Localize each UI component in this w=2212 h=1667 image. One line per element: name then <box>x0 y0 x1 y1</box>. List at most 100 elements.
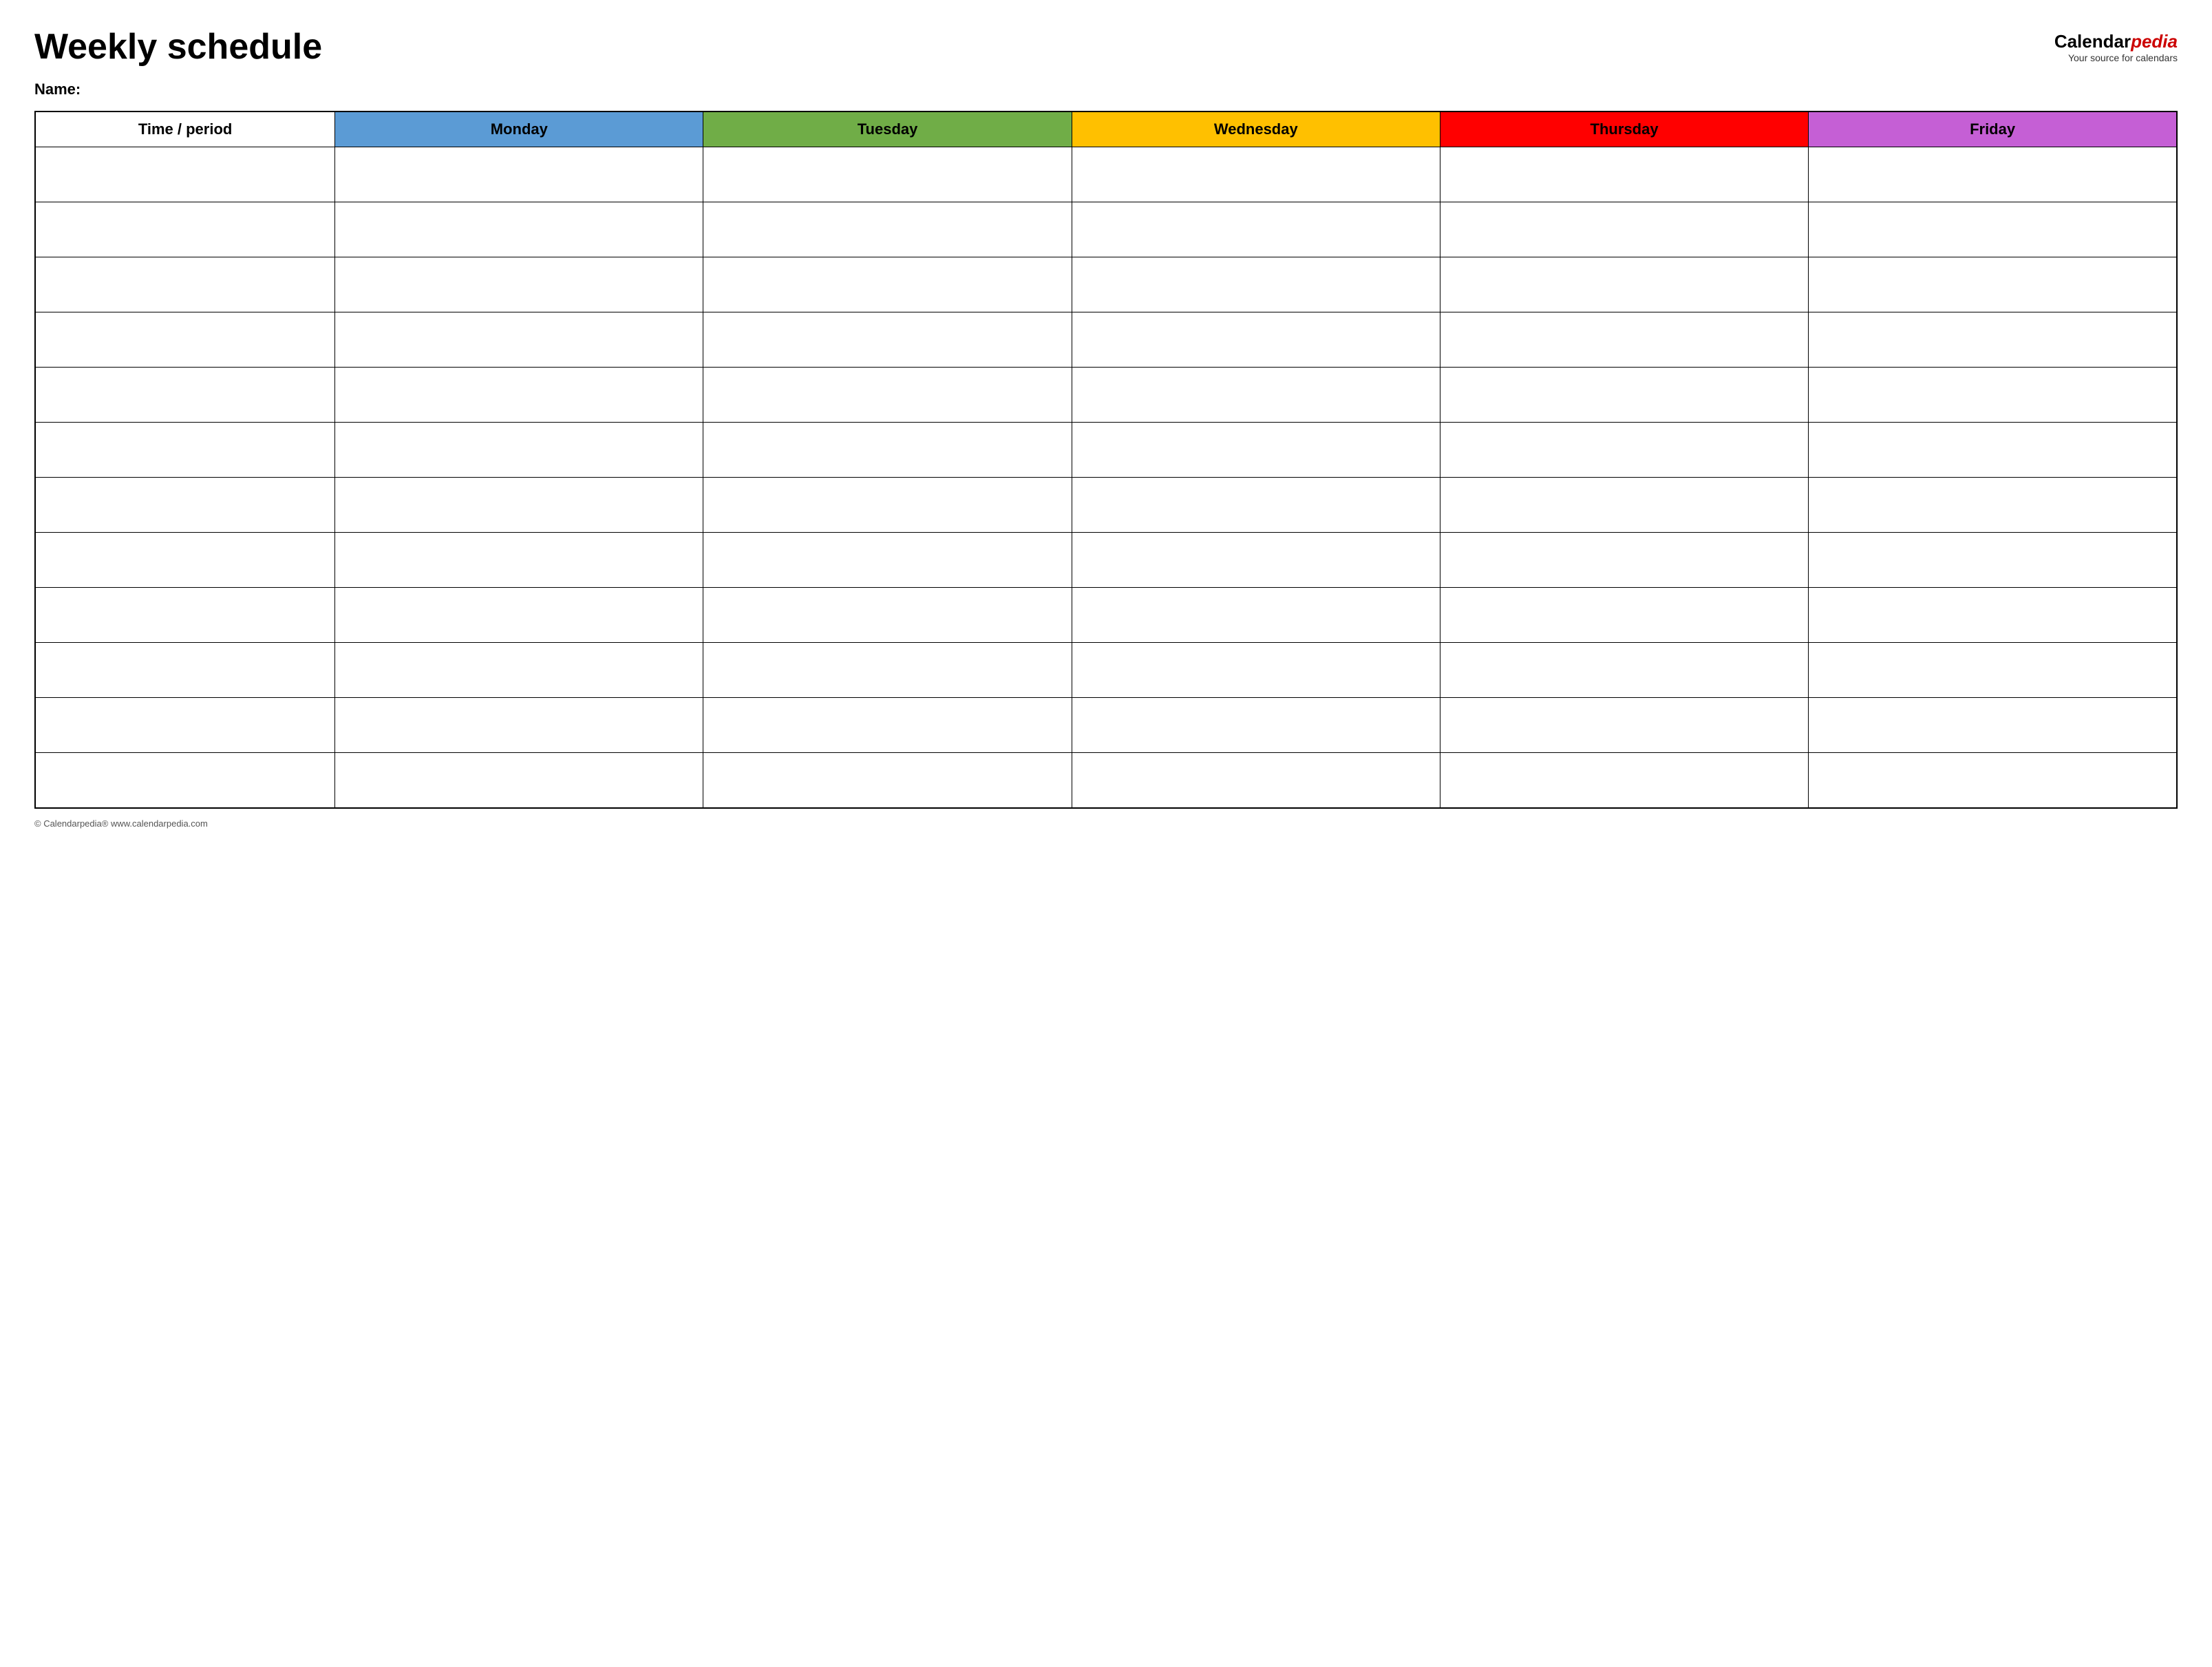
logo-tagline: Your source for calendars <box>2054 52 2178 63</box>
header-time: Time / period <box>35 112 335 147</box>
table-cell[interactable] <box>703 368 1072 423</box>
footer-text: © Calendarpedia® www.calendarpedia.com <box>34 818 2178 829</box>
table-cell[interactable] <box>1440 533 1808 588</box>
table-cell[interactable] <box>1440 147 1808 202</box>
schedule-table: Time / period Monday Tuesday Wednesday T… <box>34 111 2178 809</box>
table-cell[interactable] <box>703 753 1072 808</box>
table-cell[interactable] <box>703 533 1072 588</box>
table-cell[interactable] <box>1072 312 1440 368</box>
table-cell[interactable] <box>1072 423 1440 478</box>
page-title: Weekly schedule <box>34 28 322 67</box>
table-cell[interactable] <box>703 257 1072 312</box>
table-cell[interactable] <box>1072 202 1440 257</box>
name-label: Name: <box>34 81 2178 98</box>
table-cell[interactable] <box>35 533 335 588</box>
table-cell[interactable] <box>35 257 335 312</box>
table-row <box>35 698 2177 753</box>
table-cell[interactable] <box>335 588 703 643</box>
table-row <box>35 423 2177 478</box>
table-cell[interactable] <box>335 147 703 202</box>
table-cell[interactable] <box>703 147 1072 202</box>
table-cell[interactable] <box>335 698 703 753</box>
table-cell[interactable] <box>703 588 1072 643</box>
table-row <box>35 753 2177 808</box>
table-cell[interactable] <box>335 478 703 533</box>
table-cell[interactable] <box>1440 202 1808 257</box>
table-cell[interactable] <box>335 753 703 808</box>
table-cell[interactable] <box>335 368 703 423</box>
header-tuesday: Tuesday <box>703 112 1072 147</box>
table-cell[interactable] <box>1809 588 2177 643</box>
table-cell[interactable] <box>1440 698 1808 753</box>
table-cell[interactable] <box>1440 588 1808 643</box>
logo-calendar: Calendar <box>2054 31 2131 52</box>
logo-text: Calendarpedia <box>2054 31 2178 52</box>
table-cell[interactable] <box>1809 533 2177 588</box>
table-row <box>35 368 2177 423</box>
table-cell[interactable] <box>1072 533 1440 588</box>
table-row <box>35 588 2177 643</box>
table-cell[interactable] <box>1809 478 2177 533</box>
table-cell[interactable] <box>35 147 335 202</box>
table-cell[interactable] <box>703 423 1072 478</box>
table-cell[interactable] <box>1072 147 1440 202</box>
table-row <box>35 202 2177 257</box>
table-cell[interactable] <box>1809 423 2177 478</box>
table-cell[interactable] <box>1072 478 1440 533</box>
table-cell[interactable] <box>1440 423 1808 478</box>
table-cell[interactable] <box>1440 368 1808 423</box>
table-cell[interactable] <box>1072 698 1440 753</box>
table-cell[interactable] <box>335 643 703 698</box>
table-cell[interactable] <box>1809 698 2177 753</box>
table-cell[interactable] <box>1809 202 2177 257</box>
table-cell[interactable] <box>1072 643 1440 698</box>
table-cell[interactable] <box>1440 753 1808 808</box>
table-cell[interactable] <box>35 588 335 643</box>
table-cell[interactable] <box>1809 312 2177 368</box>
table-header-row: Time / period Monday Tuesday Wednesday T… <box>35 112 2177 147</box>
table-cell[interactable] <box>35 423 335 478</box>
table-cell[interactable] <box>703 643 1072 698</box>
header-monday: Monday <box>335 112 703 147</box>
table-cell[interactable] <box>35 478 335 533</box>
table-cell[interactable] <box>1072 588 1440 643</box>
table-cell[interactable] <box>1440 312 1808 368</box>
table-cell[interactable] <box>35 643 335 698</box>
table-cell[interactable] <box>1072 368 1440 423</box>
table-cell[interactable] <box>1809 753 2177 808</box>
table-cell[interactable] <box>1809 147 2177 202</box>
logo-area: Calendarpedia Your source for calendars <box>2054 31 2178 63</box>
table-cell[interactable] <box>335 423 703 478</box>
table-cell[interactable] <box>335 257 703 312</box>
table-row <box>35 478 2177 533</box>
table-cell[interactable] <box>703 478 1072 533</box>
table-cell[interactable] <box>35 753 335 808</box>
table-row <box>35 533 2177 588</box>
table-cell[interactable] <box>335 312 703 368</box>
table-cell[interactable] <box>1440 257 1808 312</box>
table-cell[interactable] <box>1809 257 2177 312</box>
table-cell[interactable] <box>703 698 1072 753</box>
table-cell[interactable] <box>335 202 703 257</box>
table-cell[interactable] <box>1072 753 1440 808</box>
table-cell[interactable] <box>35 202 335 257</box>
table-cell[interactable] <box>703 202 1072 257</box>
table-cell[interactable] <box>1809 643 2177 698</box>
table-cell[interactable] <box>35 698 335 753</box>
logo-pedia: pedia <box>2131 31 2178 52</box>
table-cell[interactable] <box>335 533 703 588</box>
table-cell[interactable] <box>1809 368 2177 423</box>
table-cell[interactable] <box>1072 257 1440 312</box>
table-row <box>35 312 2177 368</box>
header-thursday: Thursday <box>1440 112 1808 147</box>
table-row <box>35 147 2177 202</box>
schedule-body <box>35 147 2177 808</box>
table-cell[interactable] <box>35 368 335 423</box>
table-row <box>35 643 2177 698</box>
table-cell[interactable] <box>35 312 335 368</box>
header-area: Weekly schedule Calendarpedia Your sourc… <box>34 28 2178 67</box>
table-cell[interactable] <box>703 312 1072 368</box>
table-cell[interactable] <box>1440 478 1808 533</box>
table-cell[interactable] <box>1440 643 1808 698</box>
header-friday: Friday <box>1809 112 2177 147</box>
